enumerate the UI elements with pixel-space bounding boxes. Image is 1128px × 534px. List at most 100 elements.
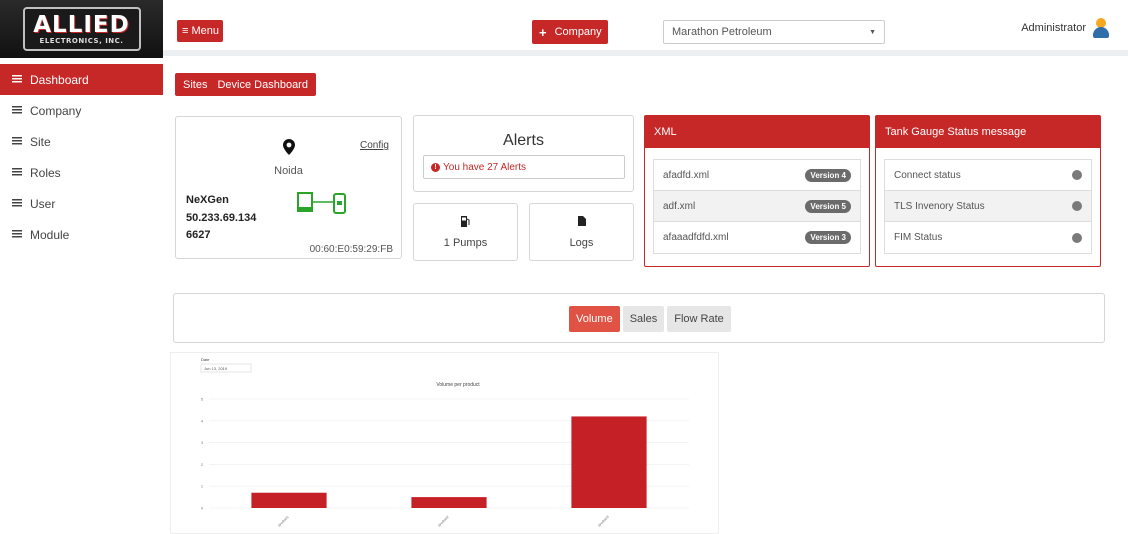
version-badge: Version 5 — [805, 199, 851, 213]
company-select[interactable]: Marathon Petroleum ▼ — [663, 20, 885, 44]
alerts-title: Alerts — [503, 132, 544, 149]
add-company-label: Company — [554, 26, 602, 38]
chart-tabs: Volume Sales Flow Rate — [569, 306, 731, 332]
chart-bar[interactable] — [411, 497, 487, 508]
xml-file-name: adf.xml — [663, 200, 696, 212]
chart-bar[interactable] — [571, 416, 647, 508]
y-tick-label: 1 — [201, 485, 203, 489]
brand-logo[interactable]: ALLIED ELECTRONICS, INC. — [0, 0, 163, 58]
list-icon — [12, 199, 22, 208]
tab-volume[interactable]: Volume — [569, 306, 620, 332]
list-icon — [12, 106, 22, 115]
menu-button[interactable]: ≡ Menu — [177, 20, 223, 42]
pumps-label: 1 Pumps — [443, 237, 488, 249]
xml-list: afadfd.xml Version 4 adf.xml Version 5 a… — [653, 159, 861, 254]
top-bar: ≡ Menu + Company Marathon Petroleum ▼ Ad… — [163, 0, 1128, 56]
y-tick-label: 3 — [201, 441, 203, 445]
status-indicator-icon — [1072, 232, 1082, 243]
status-label: FIM Status — [894, 232, 943, 243]
plus-icon: + — [539, 24, 547, 40]
sidebar-item-label: Module — [30, 227, 70, 242]
sidebar-item-label: User — [30, 196, 56, 211]
xml-row[interactable]: afaaadfdfd.xml Version 3 — [654, 222, 860, 253]
device-location: Noida — [274, 165, 303, 177]
chart-date-label: Date — [201, 357, 210, 362]
xml-panel: XML afadfd.xml Version 4 adf.xml Version… — [644, 115, 870, 267]
y-tick-label: 5 — [201, 398, 203, 402]
user-name: Administrator — [1021, 22, 1086, 34]
chart-tabs-card: Volume Sales Flow Rate — [173, 293, 1105, 343]
version-badge: Version 3 — [805, 231, 851, 244]
config-link[interactable]: Config — [360, 140, 389, 151]
list-icon — [12, 137, 22, 146]
chart-svg: Date Jun 13, 2019 Volume per product 0 1 2… — [200, 357, 689, 527]
device-card: Config Noida NeXGen 50.233.69.134 6627 0… — [175, 116, 402, 259]
file-icon — [530, 216, 633, 229]
status-label: Connect status — [894, 169, 961, 181]
device-port: 6627 — [186, 229, 211, 241]
status-label: TLS Invenory Status — [894, 200, 985, 212]
logo-sub-text: ELECTRONICS, INC. — [39, 37, 124, 45]
y-tick-label: 0 — [201, 507, 203, 511]
tank-gauge-panel: Tank Gauge Status message Connect status… — [875, 115, 1101, 267]
xml-row[interactable]: adf.xml Version 5 — [654, 191, 860, 222]
alerts-message-box[interactable]: ! You have 27 Alerts — [423, 155, 625, 179]
breadcrumb-device-dashboard: Device Dashboard — [217, 78, 308, 91]
tank-status-list: Connect status TLS Invenory Status FIM S… — [884, 159, 1092, 254]
status-indicator-icon — [1072, 201, 1082, 211]
alerts-card: Alerts ! You have 27 Alerts — [413, 115, 634, 192]
tab-flow-rate[interactable]: Flow Rate — [667, 306, 731, 332]
breadcrumb-sites[interactable]: Sites — [183, 79, 207, 91]
sidebar-item-label: Roles — [30, 165, 61, 180]
logs-label: Logs — [569, 237, 594, 249]
chart-date-value: Jun 13, 2019 — [204, 366, 228, 371]
user-menu[interactable]: Administrator — [1021, 18, 1110, 38]
company-select-value: Marathon Petroleum — [672, 26, 772, 38]
x-tick-label: product3 — [597, 515, 609, 527]
y-tick-label: 2 — [201, 463, 203, 467]
device-name: NeXGen — [186, 194, 229, 206]
status-row: FIM Status — [885, 222, 1091, 253]
list-icon — [12, 75, 22, 84]
logo-badge: ALLIED ELECTRONICS, INC. — [22, 7, 141, 51]
status-row: TLS Invenory Status — [885, 191, 1091, 222]
sidebar-item-label: Dashboard — [30, 72, 89, 87]
sidebar-item-user[interactable]: User — [0, 188, 163, 219]
logs-card[interactable]: Logs — [529, 203, 634, 261]
tab-sales[interactable]: Sales — [622, 306, 665, 332]
info-icon: ! — [431, 162, 440, 172]
add-company-button[interactable]: + Company — [532, 20, 608, 44]
sidebar-item-roles[interactable]: Roles — [0, 157, 163, 188]
caret-down-icon: ▼ — [869, 28, 876, 36]
tank-panel-title: Tank Gauge Status message — [876, 116, 1100, 148]
pumps-card[interactable]: 1 Pumps — [413, 203, 518, 261]
network-connection-icon — [297, 192, 346, 214]
volume-chart: Date Jun 13, 2019 Volume per product 0 1 2… — [170, 352, 719, 534]
sidebar-nav: Dashboard Company Site Roles User Module — [0, 64, 163, 250]
chart-bar[interactable] — [251, 492, 327, 508]
sidebar-item-label: Company — [30, 103, 82, 118]
x-tick-label: product2 — [437, 515, 449, 527]
version-badge: Version 4 — [805, 168, 851, 182]
alerts-message: You have 27 Alerts — [443, 161, 527, 173]
sidebar-item-site[interactable]: Site — [0, 126, 163, 157]
map-pin-icon — [283, 139, 295, 155]
sidebar-item-dashboard[interactable]: Dashboard — [0, 64, 163, 95]
xml-file-name: afaaadfdfd.xml — [663, 232, 729, 243]
sidebar-item-company[interactable]: Company — [0, 95, 163, 126]
chart-bars — [251, 416, 647, 508]
status-row: Connect status — [885, 160, 1091, 191]
breadcrumb: Sites Device Dashboard — [175, 73, 316, 96]
user-avatar-icon — [1092, 18, 1110, 38]
sidebar: ALLIED ELECTRONICS, INC. Dashboard Compa… — [0, 0, 163, 534]
xml-row[interactable]: afadfd.xml Version 4 — [654, 160, 860, 191]
device-ip: 50.233.69.134 — [186, 212, 257, 224]
chart-title: Volume per product — [436, 382, 480, 388]
status-indicator-icon — [1072, 170, 1082, 180]
x-tick-label: product1 — [277, 515, 289, 527]
device-mac: 00:60:E0:59:29:FB — [309, 244, 393, 255]
list-icon — [12, 230, 22, 239]
sidebar-item-module[interactable]: Module — [0, 219, 163, 250]
fuel-pump-icon — [414, 216, 517, 230]
y-tick-label: 4 — [201, 419, 203, 423]
